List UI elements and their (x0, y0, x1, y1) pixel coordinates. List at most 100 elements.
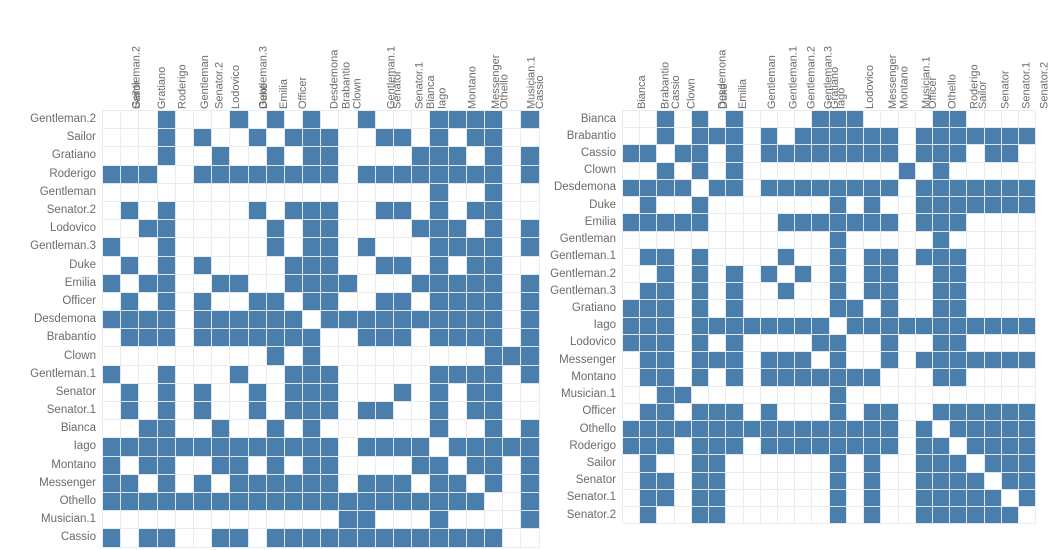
matrix-cell[interactable] (726, 420, 744, 439)
matrix-cell[interactable] (984, 403, 1002, 421)
matrix-cell[interactable] (777, 128, 796, 146)
matrix-cell[interactable] (864, 248, 882, 266)
matrix-cell[interactable] (674, 128, 692, 146)
matrix-cell[interactable] (121, 347, 140, 366)
matrix-cell[interactable] (881, 386, 899, 404)
matrix-cell[interactable] (484, 220, 504, 239)
matrix-cell[interactable] (248, 183, 267, 202)
matrix-cell[interactable] (230, 256, 249, 275)
matrix-cell[interactable] (657, 145, 675, 163)
matrix-cell[interactable] (898, 489, 916, 508)
matrix-cell[interactable] (339, 311, 358, 330)
matrix-cell[interactable] (139, 511, 158, 530)
matrix-cell[interactable] (760, 300, 778, 318)
matrix-cell[interactable] (121, 420, 140, 439)
matrix-cell[interactable] (760, 420, 778, 439)
matrix-cell[interactable] (448, 511, 467, 530)
matrix-cell[interactable] (103, 456, 122, 475)
matrix-cell[interactable] (967, 128, 985, 146)
matrix-cell[interactable] (266, 147, 285, 166)
matrix-cell[interactable] (430, 474, 449, 493)
matrix-cell[interactable] (691, 265, 710, 284)
matrix-cell[interactable] (303, 292, 322, 312)
matrix-cell[interactable] (915, 369, 933, 387)
matrix-cell[interactable] (864, 317, 882, 335)
matrix-cell[interactable] (375, 438, 394, 457)
matrix-cell[interactable] (484, 529, 504, 548)
matrix-cell[interactable] (212, 256, 231, 275)
matrix-cell[interactable] (674, 420, 692, 439)
matrix-cell[interactable] (212, 238, 231, 257)
matrix-cell[interactable] (139, 492, 158, 512)
matrix-cell[interactable] (984, 472, 1002, 490)
matrix-cell[interactable] (248, 129, 267, 148)
matrix-cell[interactable] (657, 197, 675, 215)
matrix-cell[interactable] (357, 511, 376, 530)
matrix-cell[interactable] (881, 214, 899, 232)
matrix-cell[interactable] (157, 329, 176, 348)
matrix-cell[interactable] (248, 201, 267, 221)
matrix-cell[interactable] (760, 248, 778, 266)
matrix-cell[interactable] (175, 311, 194, 330)
matrix-cell[interactable] (339, 438, 358, 457)
matrix-cell[interactable] (623, 145, 641, 163)
matrix-cell[interactable] (657, 455, 675, 473)
matrix-cell[interactable] (303, 111, 322, 130)
matrix-cell[interactable] (248, 147, 267, 166)
matrix-cell[interactable] (864, 386, 882, 404)
matrix-cell[interactable] (795, 334, 813, 353)
matrix-cell[interactable] (846, 214, 865, 232)
matrix-cell[interactable] (212, 274, 231, 293)
matrix-cell[interactable] (623, 231, 641, 249)
matrix-cell[interactable] (950, 438, 968, 456)
matrix-cell[interactable] (430, 111, 449, 130)
matrix-cell[interactable] (466, 201, 485, 221)
matrix-cell[interactable] (484, 147, 504, 166)
matrix-cell[interactable] (777, 420, 796, 439)
matrix-cell[interactable] (375, 492, 394, 512)
matrix-cell[interactable] (157, 274, 176, 293)
matrix-cell[interactable] (967, 334, 985, 353)
matrix-cell[interactable] (640, 369, 658, 387)
matrix-cell[interactable] (303, 165, 322, 184)
matrix-cell[interactable] (266, 402, 285, 421)
matrix-cell[interactable] (846, 403, 865, 421)
matrix-cell[interactable] (230, 365, 249, 384)
matrix-cell[interactable] (103, 511, 122, 530)
matrix-cell[interactable] (157, 365, 176, 384)
matrix-cell[interactable] (726, 248, 744, 266)
matrix-cell[interactable] (881, 438, 899, 456)
matrix-cell[interactable] (503, 402, 522, 421)
matrix-cell[interactable] (950, 317, 968, 335)
matrix-cell[interactable] (394, 201, 413, 221)
matrix-cell[interactable] (691, 248, 710, 266)
matrix-cell[interactable] (230, 383, 249, 402)
matrix-cell[interactable] (967, 111, 985, 129)
matrix-cell[interactable] (139, 220, 158, 239)
matrix-cell[interactable] (357, 529, 376, 548)
matrix-cell[interactable] (674, 334, 692, 353)
matrix-cell[interactable] (1001, 455, 1020, 473)
matrix-cell[interactable] (846, 317, 865, 335)
matrix-cell[interactable] (139, 329, 158, 348)
matrix-cell[interactable] (623, 179, 641, 198)
matrix-cell[interactable] (503, 438, 522, 457)
matrix-cell[interactable] (448, 329, 467, 348)
matrix-cell[interactable] (103, 220, 122, 239)
matrix-cell[interactable] (984, 300, 1002, 318)
matrix-cell[interactable] (795, 420, 813, 439)
matrix-cell[interactable] (1019, 386, 1037, 404)
matrix-cell[interactable] (967, 369, 985, 387)
matrix-cell[interactable] (950, 403, 968, 421)
matrix-cell[interactable] (339, 274, 358, 293)
matrix-cell[interactable] (623, 128, 641, 146)
matrix-cell[interactable] (394, 383, 413, 402)
matrix-cell[interactable] (212, 201, 231, 221)
matrix-cell[interactable] (139, 529, 158, 548)
matrix-cell[interactable] (394, 365, 413, 384)
matrix-cell[interactable] (1001, 248, 1020, 266)
matrix-cell[interactable] (864, 179, 882, 198)
matrix-cell[interactable] (230, 420, 249, 439)
matrix-cell[interactable] (248, 402, 267, 421)
matrix-cell[interactable] (375, 420, 394, 439)
